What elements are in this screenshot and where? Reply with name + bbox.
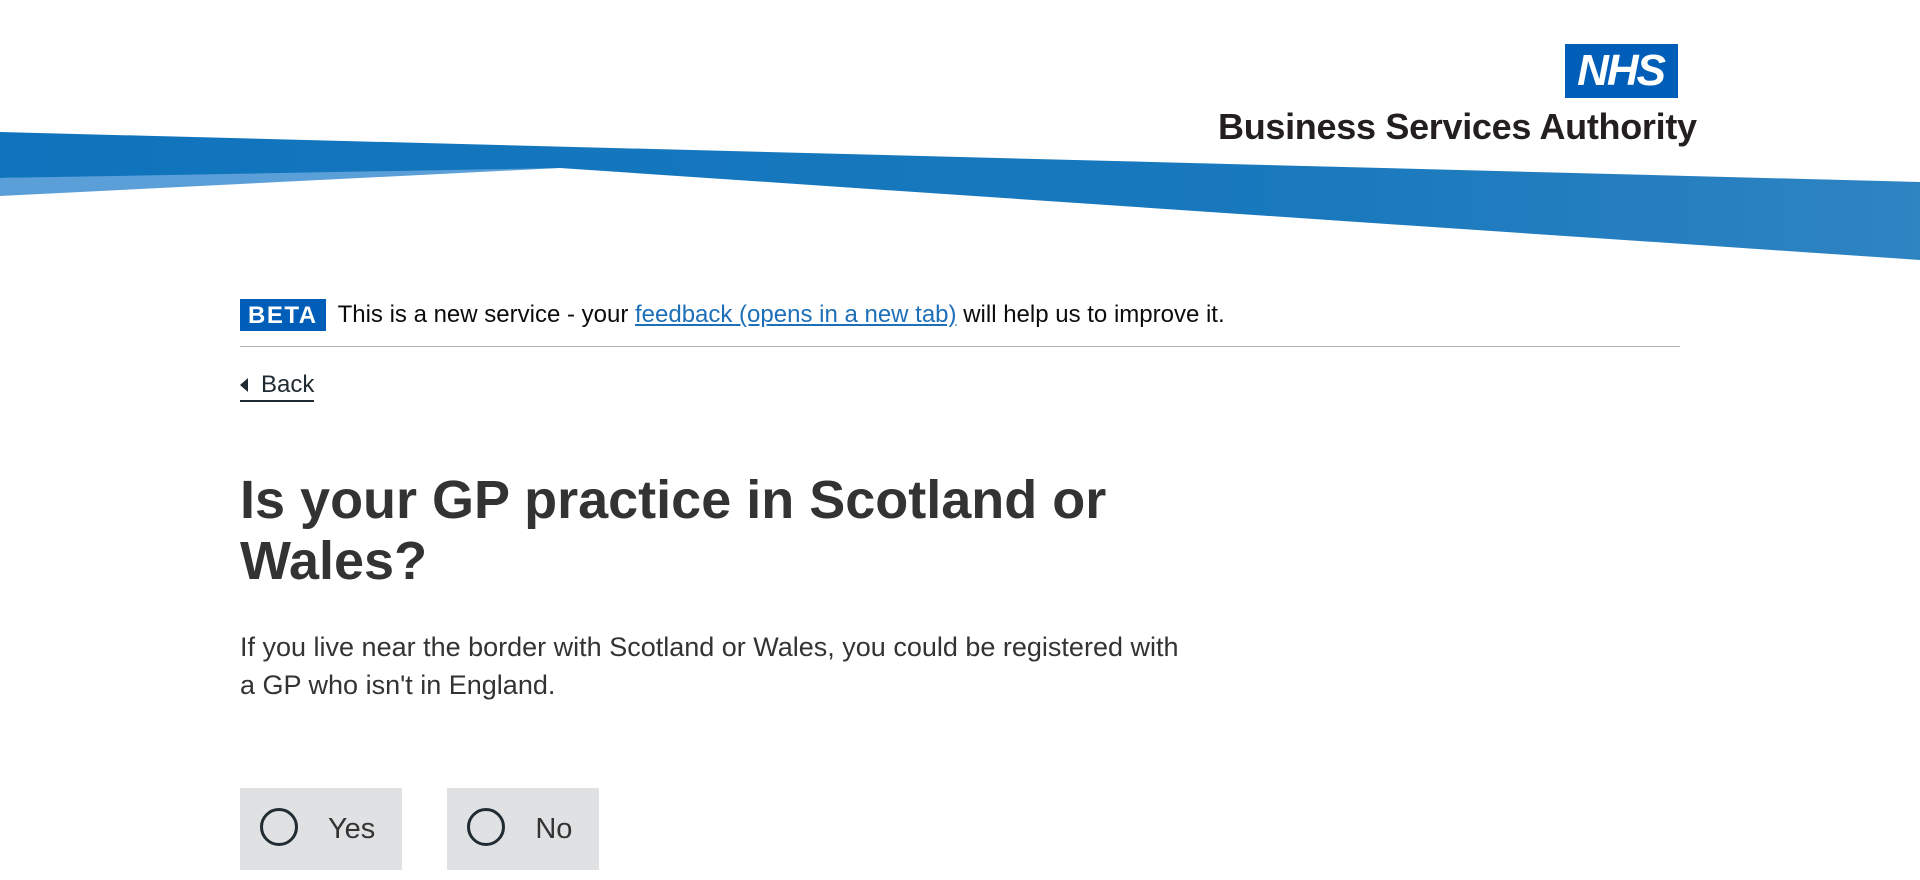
back-link-label: Back: [261, 371, 315, 398]
chevron-left-icon: [240, 378, 248, 392]
question-hint: If you live near the border with Scotlan…: [240, 632, 1179, 700]
phase-banner-text: This is a new service - your feedback (o…: [338, 301, 1225, 329]
nhs-logo-mark: NHS: [1565, 44, 1678, 98]
organisation-name: Business Services Authority: [1218, 106, 1697, 147]
phase-text-after: will help us to improve it.: [956, 301, 1225, 328]
beta-tag: BETA: [240, 299, 326, 331]
phase-banner: BETA This is a new service - your feedba…: [240, 298, 1680, 347]
site-header: NHS Business Services Authority: [0, 0, 1920, 270]
phase-text-before: This is a new service - your: [337, 301, 635, 328]
radio-button-yes[interactable]: [260, 808, 298, 846]
radio-label-yes: Yes: [328, 812, 376, 845]
page-title: Is your GP practice in Scotland or Wales…: [240, 470, 1107, 591]
radio-option-no[interactable]: No: [447, 788, 600, 870]
radio-group: Yes No: [240, 788, 1680, 870]
radio-label-no: No: [535, 812, 573, 845]
radio-option-yes[interactable]: Yes: [240, 788, 403, 870]
main-container: BETA This is a new service - your feedba…: [240, 298, 1680, 870]
radio-button-no[interactable]: [467, 808, 506, 846]
feedback-link[interactable]: feedback (opens in a new tab): [635, 301, 957, 328]
back-link[interactable]: Back: [240, 371, 315, 402]
nhsbsa-logo[interactable]: NHS Business Services Authority: [1218, 44, 1697, 147]
